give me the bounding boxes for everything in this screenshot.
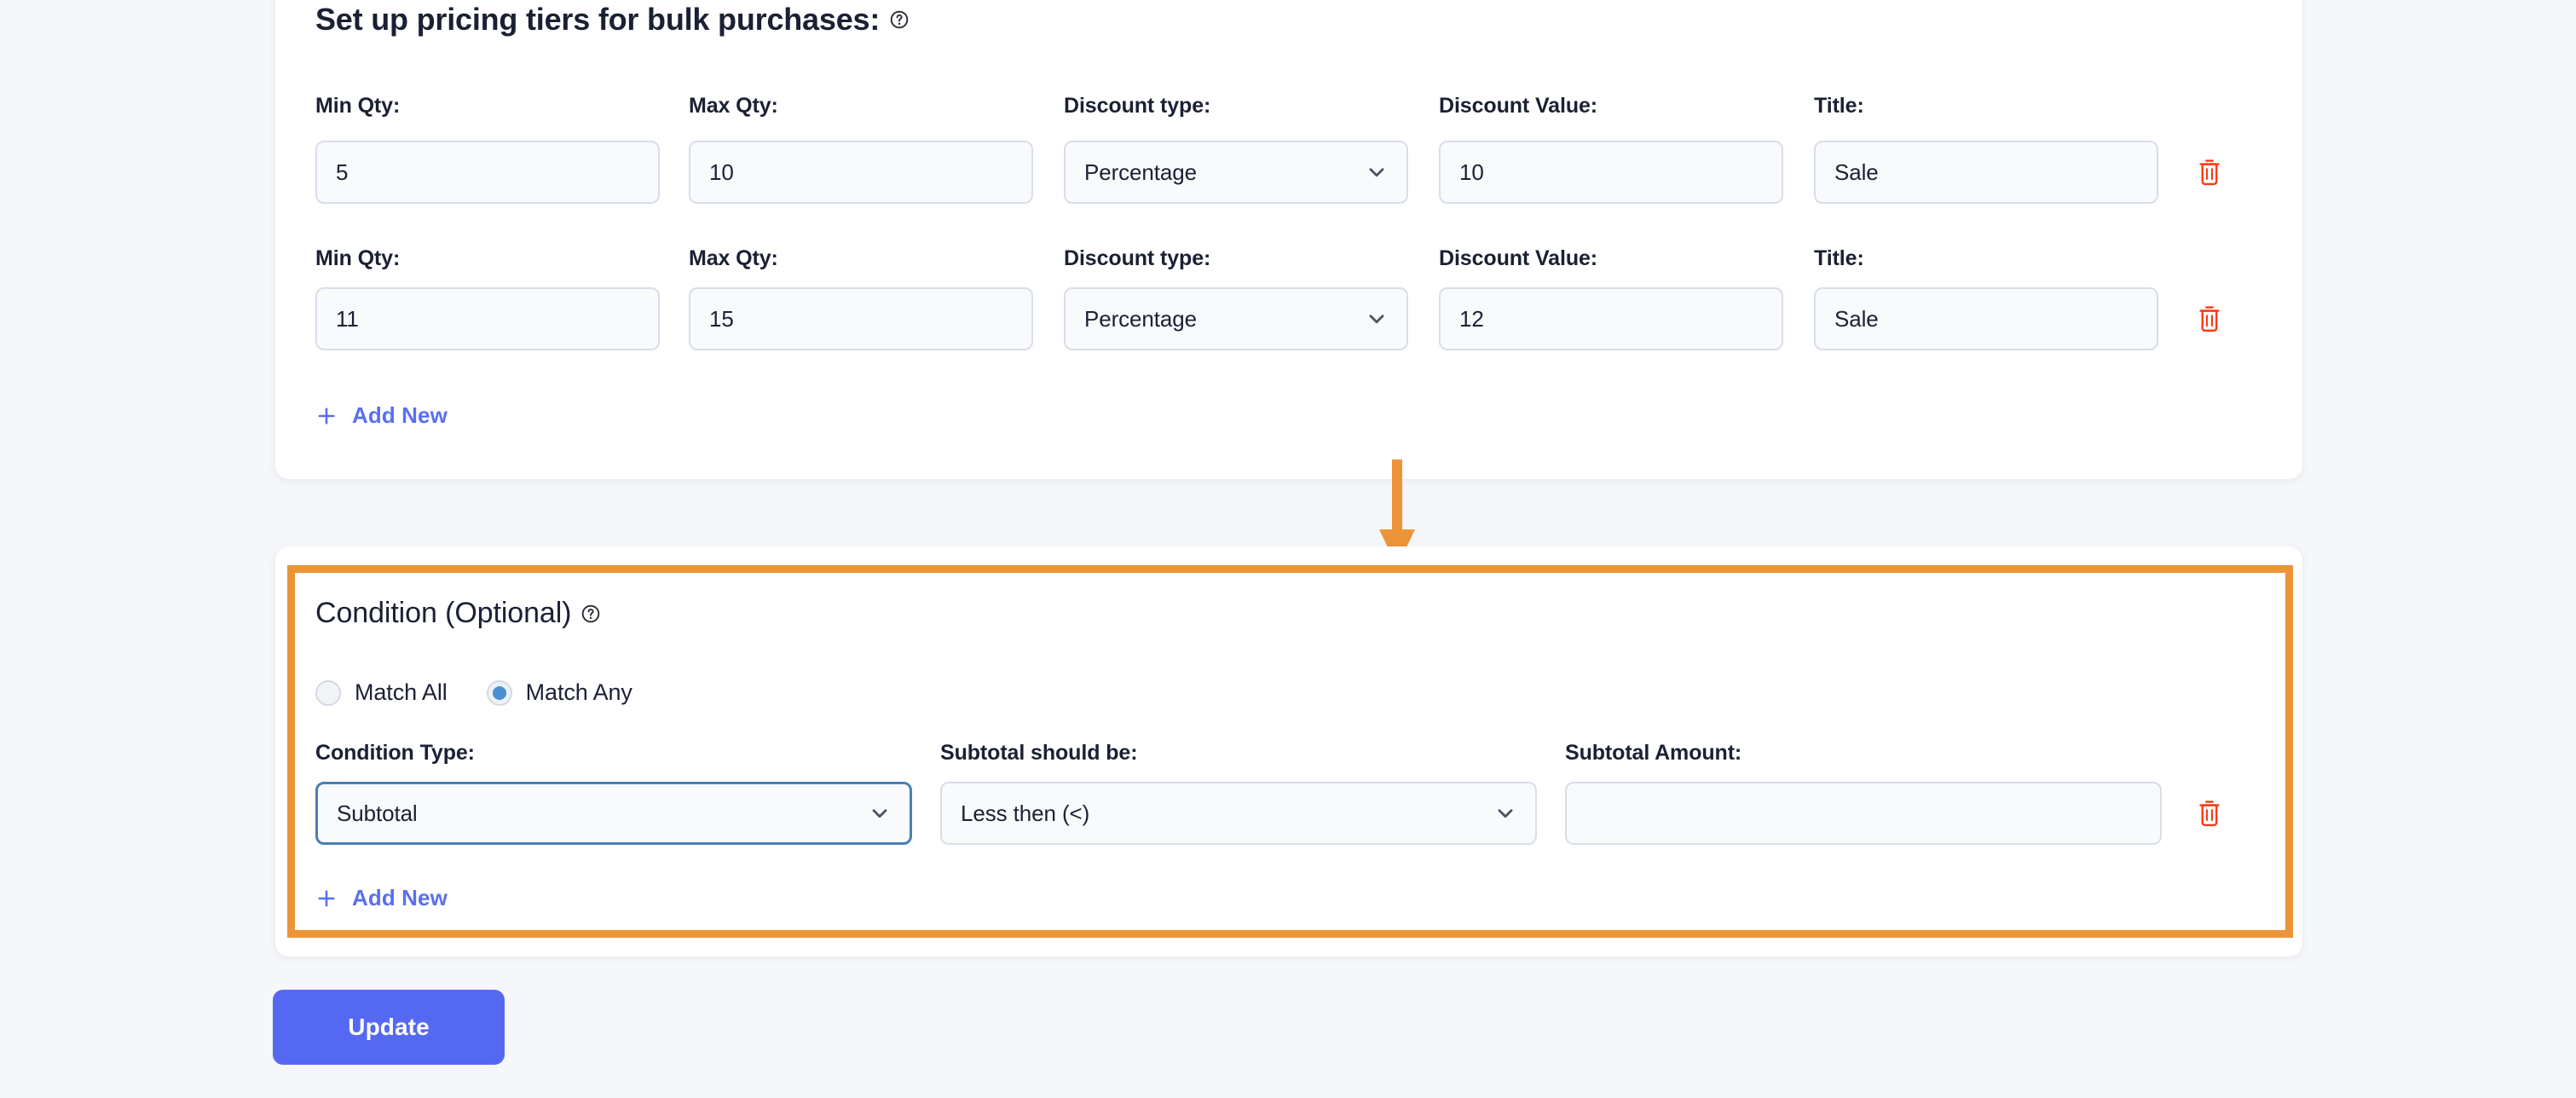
select-discount-type-row-0[interactable]: Percentage: [1064, 141, 1408, 204]
radio-match-any-label: Match Any: [525, 679, 632, 705]
input-max-qty-row-0-value: 10: [709, 159, 734, 185]
plus-icon: [318, 407, 335, 425]
pricing-tiers-card: [275, 0, 2302, 479]
select-discount-type-row-0-value: Percentage: [1084, 159, 1197, 185]
input-min-qty-row-1-value: 11: [336, 305, 359, 332]
trash-icon: [2199, 159, 2220, 186]
select-discount-type-row-1-value: Percentage: [1084, 305, 1197, 332]
chevron-down-icon: [1498, 809, 1513, 818]
chevron-down-icon: [1369, 168, 1384, 177]
delete-condition-row-0-button[interactable]: [2192, 795, 2227, 832]
input-discount-value-row-1[interactable]: 12: [1439, 287, 1783, 350]
input-title-row-1[interactable]: Sale: [1814, 287, 2158, 350]
label-min-qty-row-0: Min Qty:: [315, 94, 401, 118]
trash-icon: [2199, 306, 2220, 332]
help-circle-icon: [890, 10, 909, 29]
add-new-condition-label: Add New: [352, 885, 448, 910]
label-title-row-1: Title:: [1814, 246, 1864, 270]
trash-icon: [2199, 800, 2220, 827]
select-comparator-row-0[interactable]: Less then (<): [940, 782, 1537, 845]
label-max-qty-row-0: Max Qty:: [689, 94, 778, 118]
pricing-tiers-page: Set up pricing tiers for bulk purchases:…: [0, 0, 2576, 1098]
chevron-down-icon: [872, 809, 887, 818]
plus-icon: [318, 889, 335, 907]
label-discount-type-row-1: Discount type:: [1064, 246, 1211, 270]
radio-match-all-label: Match All: [355, 679, 448, 705]
chevron-down-icon: [1369, 315, 1384, 324]
input-min-qty-row-0[interactable]: 5: [315, 141, 660, 204]
radio-match-all[interactable]: Match All: [315, 679, 448, 706]
match-mode-radio-group: Match All Match Any: [315, 679, 632, 706]
input-title-row-1-value: Sale: [1834, 305, 1879, 332]
label-condition-type: Condition Type:: [315, 741, 475, 765]
add-new-tier-button[interactable]: Add New: [315, 402, 448, 429]
input-discount-value-row-0-value: 10: [1459, 159, 1484, 185]
input-max-qty-row-1[interactable]: 15: [689, 287, 1033, 350]
condition-title-text: Condition (Optional): [315, 597, 572, 629]
select-condition-type-row-0-value: Subtotal: [337, 800, 418, 826]
label-subtotal-should-be: Subtotal should be:: [940, 741, 1138, 765]
input-discount-value-row-0[interactable]: 10: [1439, 141, 1783, 204]
add-new-condition-button[interactable]: Add New: [315, 885, 448, 911]
input-max-qty-row-0[interactable]: 10: [689, 141, 1033, 204]
select-comparator-row-0-value: Less then (<): [961, 800, 1090, 826]
label-subtotal-amount: Subtotal Amount:: [1565, 741, 1742, 765]
help-circle-icon: [582, 604, 600, 622]
input-discount-value-row-1-value: 12: [1459, 305, 1484, 332]
add-new-tier-label: Add New: [352, 402, 448, 428]
radio-match-any[interactable]: Match Any: [486, 679, 632, 706]
input-title-row-0-value: Sale: [1834, 159, 1879, 185]
pricing-tiers-heading: Set up pricing tiers for bulk purchases:: [315, 2, 909, 38]
input-max-qty-row-1-value: 15: [709, 305, 734, 332]
delete-tier-row-0-button[interactable]: [2192, 153, 2227, 191]
label-discount-type-row-0: Discount type:: [1064, 94, 1211, 118]
label-max-qty-row-1: Max Qty:: [689, 246, 778, 270]
update-button[interactable]: Update: [273, 990, 505, 1065]
input-min-qty-row-1[interactable]: 11: [315, 287, 660, 350]
radio-match-any-dot[interactable]: [486, 679, 512, 706]
input-title-row-0[interactable]: Sale: [1814, 141, 2158, 204]
radio-match-all-dot[interactable]: [315, 679, 341, 706]
label-min-qty-row-1: Min Qty:: [315, 246, 401, 270]
input-min-qty-row-0-value: 5: [336, 159, 349, 185]
label-discount-value-row-0: Discount Value:: [1439, 94, 1598, 118]
input-subtotal-amount-row-0[interactable]: [1565, 782, 2162, 845]
condition-heading: Condition (Optional): [315, 597, 600, 630]
select-discount-type-row-1[interactable]: Percentage: [1064, 287, 1408, 350]
delete-tier-row-1-button[interactable]: [2192, 300, 2227, 338]
pricing-tiers-title-text: Set up pricing tiers for bulk purchases:: [315, 2, 881, 37]
label-title-row-0: Title:: [1814, 94, 1864, 118]
label-discount-value-row-1: Discount Value:: [1439, 246, 1598, 270]
select-condition-type-row-0[interactable]: Subtotal: [315, 782, 912, 845]
